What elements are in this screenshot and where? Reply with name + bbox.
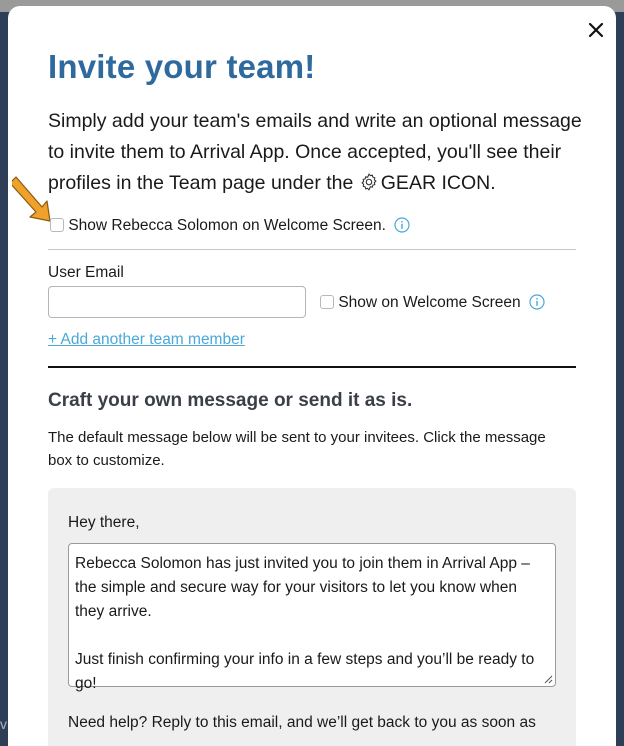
section-divider [48,366,576,368]
message-section-title: Craft your own message or send it as is. [48,390,413,411]
info-icon[interactable] [394,217,410,233]
message-help-text: Need help? Reply to this email, and we’l… [68,714,536,731]
show-on-welcome-checkbox[interactable] [320,295,334,309]
user-email-input[interactable] [48,286,306,318]
intro-text-before: Simply add your team's emails and write … [48,110,582,194]
welcome-screen-checkbox[interactable] [50,218,64,232]
resize-handle-icon[interactable] [543,674,553,684]
message-section-description: The default message below will be sent t… [48,429,546,469]
welcome-screen-option: Show Rebecca Solomon on Welcome Screen. [50,217,410,235]
modal-title: Invite your team! [48,48,316,85]
welcome-screen-label: Show Rebecca Solomon on Welcome Screen. [68,217,386,234]
show-on-welcome-label: Show on Welcome Screen [338,294,521,311]
invite-team-modal: Invite your team! Simply add your team's… [8,6,616,746]
gear-icon [361,173,377,191]
show-on-welcome-option: Show on Welcome Screen [320,294,545,312]
close-icon[interactable] [586,20,606,40]
message-textarea[interactable]: Rebecca Solomon has just invited you to … [68,543,556,692]
info-icon[interactable] [529,294,545,310]
message-preview: Hey there, Rebecca Solomon has just invi… [48,488,576,746]
message-paragraph: Just finish confirming your info in a fe… [75,651,535,692]
intro-text-after: GEAR ICON. [380,172,496,194]
divider [48,249,576,250]
message-greeting: Hey there, [68,514,140,531]
user-email-label: User Email [48,264,124,281]
intro-text: Simply add your team's emails and write … [48,106,588,199]
add-team-member-link[interactable]: + Add another team member [48,331,245,349]
message-paragraph: Rebecca Solomon has just invited you to … [75,555,530,620]
